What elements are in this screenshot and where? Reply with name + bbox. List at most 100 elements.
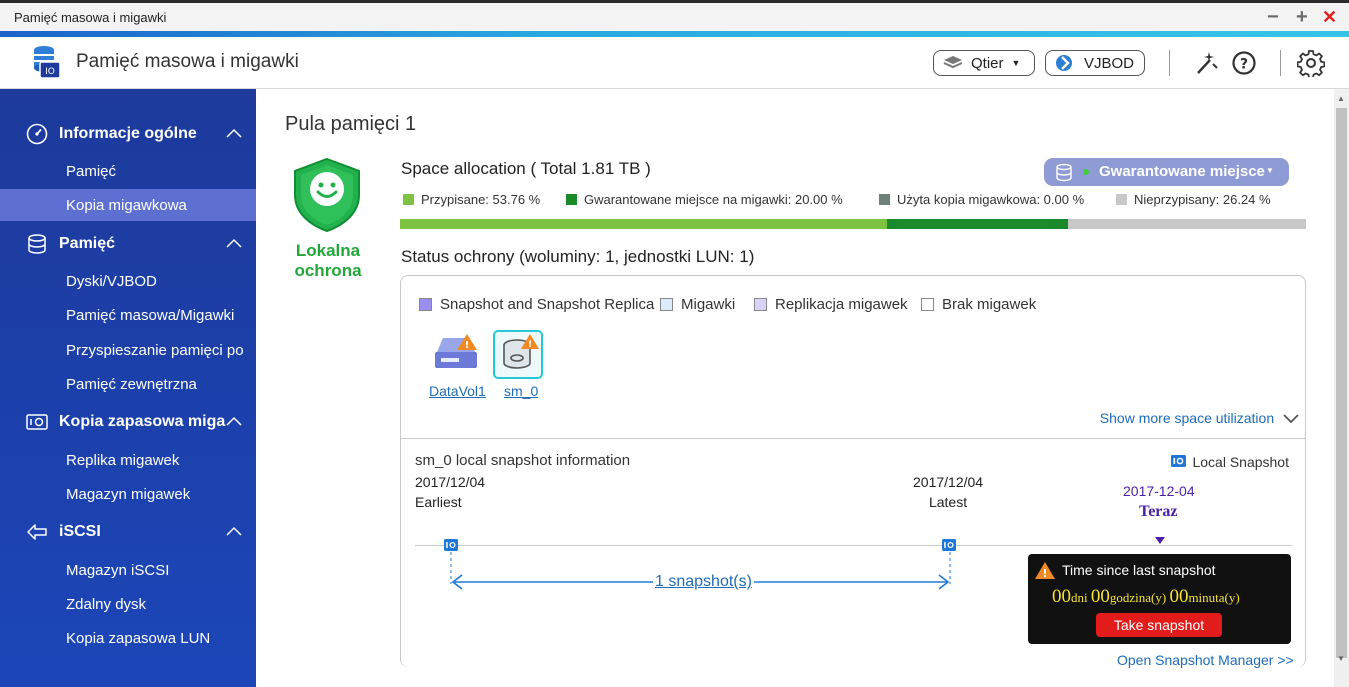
time-since-snapshot-tooltip: ! Time since last snapshot 00dni 00godzi… <box>1028 554 1291 644</box>
sidebar-item-lun-backup[interactable]: Kopia zapasowa LUN <box>0 622 256 654</box>
legend-label: Migawki <box>681 296 736 313</box>
chevron-up-icon <box>226 128 242 138</box>
now-marker-icon <box>1155 537 1165 544</box>
app-title: Pamięć masowa i migawki <box>76 51 299 72</box>
vertical-scrollbar[interactable]: ▲ ▼ <box>1334 89 1349 687</box>
magic-wand-icon[interactable] <box>1192 49 1220 77</box>
qtier-dropdown[interactable]: Qtier ▼ <box>933 50 1035 76</box>
sidebar-section-snapshot-backup[interactable]: Kopia zapasowa miga <box>0 404 256 440</box>
earliest-label: Earliest <box>415 494 462 510</box>
bar-segment-allocated <box>400 219 888 229</box>
iscsi-icon <box>27 524 47 540</box>
sidebar-item-snapshot-vault[interactable]: Magazyn migawek <box>0 478 256 510</box>
warning-icon: ! <box>1035 562 1055 580</box>
sidebar-item-label: Kopia zapasowa LUN <box>66 630 211 647</box>
guaranteed-space-label: Gwarantowane miejsce <box>1099 163 1265 180</box>
sidebar-item-label: Kopia migawkowa <box>66 197 187 214</box>
legend-used-snapshot: Użyta kopia migawkowa: 0.00 % <box>879 192 1084 207</box>
maximize-button[interactable]: + <box>1296 6 1308 28</box>
sidebar-item-snapshot-replica[interactable]: Replika migawek <box>0 444 256 476</box>
sidebar-item-snapshot[interactable]: Kopia migawkowa <box>0 189 256 221</box>
window-titlebar: Pamięć masowa i migawki − + ✕ <box>0 0 1349 31</box>
minimize-button[interactable]: − <box>1267 6 1279 28</box>
sidebar-item-cache-acceleration[interactable]: Przyspieszanie pamięci po <box>0 334 256 366</box>
hours-unit: godzina(y) <box>1109 590 1167 605</box>
space-allocation-title: Space allocation ( Total 1.81 TB ) <box>401 159 651 178</box>
header-divider-2 <box>1280 50 1281 76</box>
earliest-date: 2017/12/04 <box>415 474 486 490</box>
days-value: 00 <box>1052 586 1071 607</box>
snapshot-backup-icon <box>26 414 48 430</box>
app-header: IO Pamięć masowa i migawki Qtier ▼ VJBOD… <box>0 37 1349 89</box>
legend-swatch <box>1116 194 1127 205</box>
legend-label: Użyta kopia migawkowa: 0.00 % <box>897 192 1085 207</box>
svg-text:!: ! <box>528 340 532 350</box>
svg-text:?: ? <box>1240 57 1248 73</box>
legend-label: Replikacja migawek <box>775 296 908 313</box>
database-icon <box>1056 163 1072 182</box>
now-label: Teraz <box>1139 503 1178 520</box>
dashboard-gauge-icon <box>26 123 48 145</box>
sidebar-item-storage[interactable]: Pamięć <box>0 155 256 187</box>
scroll-down-icon[interactable]: ▼ <box>1337 654 1345 663</box>
legend-swatch <box>566 194 577 205</box>
scrollbar-thumb[interactable] <box>1336 108 1347 658</box>
snapshot-info-title: sm_0 local snapshot information <box>415 452 631 469</box>
volume-drive-icon[interactable]: ! <box>431 332 481 378</box>
snapshot-icon <box>1171 455 1187 467</box>
gear-icon[interactable] <box>1297 49 1325 77</box>
local-snapshot-label: Local Snapshot <box>1192 454 1289 470</box>
days-unit: dni <box>1071 590 1088 605</box>
chevron-down-icon <box>1283 414 1299 424</box>
snapshot-marker-latest-icon[interactable] <box>942 539 956 551</box>
vjbod-icon <box>1056 55 1072 71</box>
legend-label: Nieprzypisany: 26.24 % <box>1134 192 1271 207</box>
legend-snapshots: Migawki <box>660 296 735 313</box>
earliest-snapshot: 2017/12/04 Earliest <box>415 472 485 512</box>
legend-unallocated: Nieprzypisany: 26.24 % <box>1116 192 1271 207</box>
help-icon[interactable]: ? <box>1230 49 1258 77</box>
take-snapshot-button[interactable]: Take snapshot <box>1096 613 1222 637</box>
snapshot-marker-earliest-icon[interactable] <box>444 539 458 551</box>
vjbod-button[interactable]: VJBOD <box>1045 50 1145 76</box>
legend-label: Przypisane: 53.76 % <box>421 192 541 207</box>
now-date: 2017-12-04 <box>1123 483 1195 499</box>
sidebar-item-label: Pamięć masowa/Migawki <box>66 307 235 324</box>
sidebar-item-iscsi-storage[interactable]: Magazyn iSCSI <box>0 554 256 586</box>
vjbod-label: VJBOD <box>1084 54 1135 72</box>
show-more-space-link[interactable]: Show more space utilization <box>1100 410 1299 426</box>
legend-label: Snapshot and Snapshot Replica <box>440 296 655 313</box>
sidebar-section-overview[interactable]: Informacje ogólne <box>0 116 256 152</box>
hours-value: 00 <box>1090 586 1110 607</box>
sidebar-item-label: Magazyn iSCSI <box>66 562 170 579</box>
sidebar-section-iscsi[interactable]: iSCSI <box>0 514 256 550</box>
sidebar-item-external-storage[interactable]: Pamięć zewnętrzna <box>0 368 256 400</box>
lun-selected-frame[interactable]: ! <box>493 330 543 379</box>
sidebar-item-label: Pamięć <box>66 163 117 180</box>
shield-smile-icon <box>294 157 360 233</box>
lun-disk-icon: ! <box>503 334 539 369</box>
scroll-up-icon[interactable]: ▲ <box>1337 94 1345 103</box>
legend-swatch <box>403 194 414 205</box>
sidebar-item-label: Dyski/VJBOD <box>66 273 157 290</box>
sidebar-section-storage[interactable]: Pamięć <box>0 226 256 262</box>
bar-segment-guaranteed <box>887 219 1069 229</box>
latest-date: 2017/12/04 <box>913 474 984 490</box>
legend-no-snapshots: Brak migawek <box>921 296 1036 313</box>
close-button[interactable]: ✕ <box>1322 6 1337 28</box>
svg-text:IO: IO <box>45 67 55 77</box>
sidebar-item-remote-disk[interactable]: Zdalny dysk <box>0 588 256 620</box>
guaranteed-space-dropdown[interactable]: Gwarantowane miejsce ▼ <box>1044 158 1289 186</box>
sidebar-item-storage-snapshots[interactable]: Pamięć masowa/Migawki <box>0 299 256 331</box>
snapshot-timeline <box>415 545 1292 546</box>
volume-link-datavol1[interactable]: DataVol1 <box>429 383 486 399</box>
legend-label: Brak migawek <box>942 296 1037 313</box>
time-since-value: 00dni 00godzina(y) 00minuta(y) <box>1052 586 1240 608</box>
open-snapshot-manager-link[interactable]: Open Snapshot Manager >> <box>1117 652 1294 668</box>
qtier-label: Qtier <box>971 54 1004 72</box>
sidebar-item-disks[interactable]: Dyski/VJBOD <box>0 265 256 297</box>
volume-link-sm0[interactable]: sm_0 <box>504 383 538 399</box>
latest-snapshot: 2017/12/04 Latest <box>913 472 983 512</box>
sidebar-item-label: Zdalny dysk <box>66 596 147 613</box>
snapshot-count-link[interactable]: 1 snapshot(s) <box>653 573 754 591</box>
